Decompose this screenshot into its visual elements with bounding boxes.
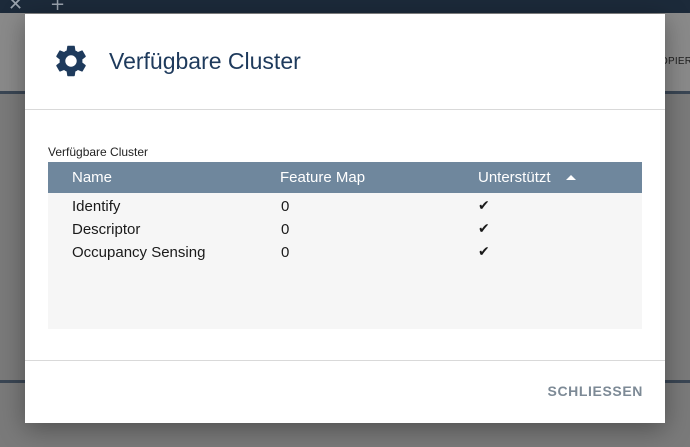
- column-header-feature-map[interactable]: Feature Map: [280, 169, 365, 186]
- column-header-name[interactable]: Name: [72, 169, 112, 186]
- close-button[interactable]: SCHLIESSEN: [548, 383, 643, 399]
- cell-name: Descriptor: [72, 221, 141, 238]
- section-label: Verfügbare Cluster: [48, 145, 149, 159]
- table-header: Name Feature Map Unterstützt: [48, 162, 642, 193]
- table-row: Descriptor 0 ✔: [48, 218, 642, 241]
- cell-name: Occupancy Sensing: [72, 244, 206, 261]
- dialog-footer: SCHLIESSEN: [25, 360, 665, 424]
- column-header-supported[interactable]: Unterstützt: [478, 169, 551, 186]
- gear-icon: [56, 45, 86, 77]
- background-tab-bar: ✕ +: [0, 0, 690, 15]
- clusters-table: Name Feature Map Unterstützt Identify 0 …: [48, 162, 642, 329]
- table-row: Identify 0 ✔: [48, 195, 642, 218]
- cell-name: Identify: [72, 198, 121, 215]
- clusters-dialog: Verfügbare Cluster Verfügbare Cluster Na…: [25, 14, 665, 423]
- dialog-header: Verfügbare Cluster: [25, 14, 665, 110]
- check-icon: ✔: [478, 221, 490, 237]
- cell-feature-map: 0: [281, 198, 290, 215]
- sort-ascending-icon[interactable]: [566, 175, 576, 180]
- cell-feature-map: 0: [281, 221, 290, 238]
- check-icon: ✔: [478, 198, 490, 214]
- table-row: Occupancy Sensing 0 ✔: [48, 241, 642, 264]
- dialog-title: Verfügbare Cluster: [109, 48, 301, 74]
- check-icon: ✔: [478, 244, 490, 260]
- cell-feature-map: 0: [281, 244, 290, 261]
